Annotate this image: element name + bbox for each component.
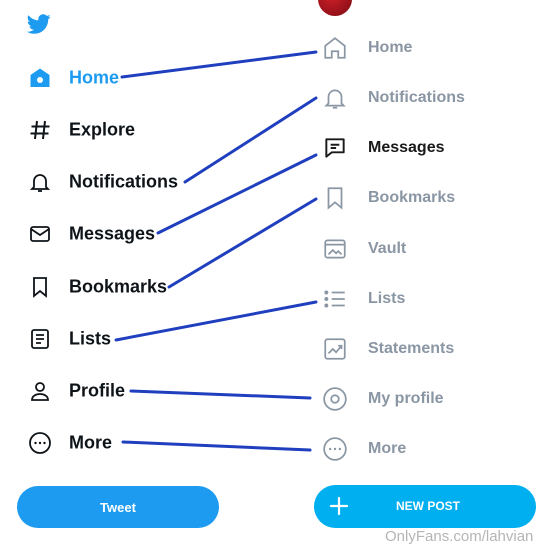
connector-bookmarks	[167, 197, 318, 289]
connector-home	[120, 50, 318, 79]
watermark: OnlyFans.com/lahvian	[385, 528, 534, 545]
connector-notifications	[183, 96, 318, 184]
connector-lines	[114, 50, 318, 452]
connector-more	[121, 440, 312, 452]
connector-lists	[114, 300, 318, 342]
connector-profile	[129, 389, 312, 400]
connector-messages	[156, 153, 318, 235]
